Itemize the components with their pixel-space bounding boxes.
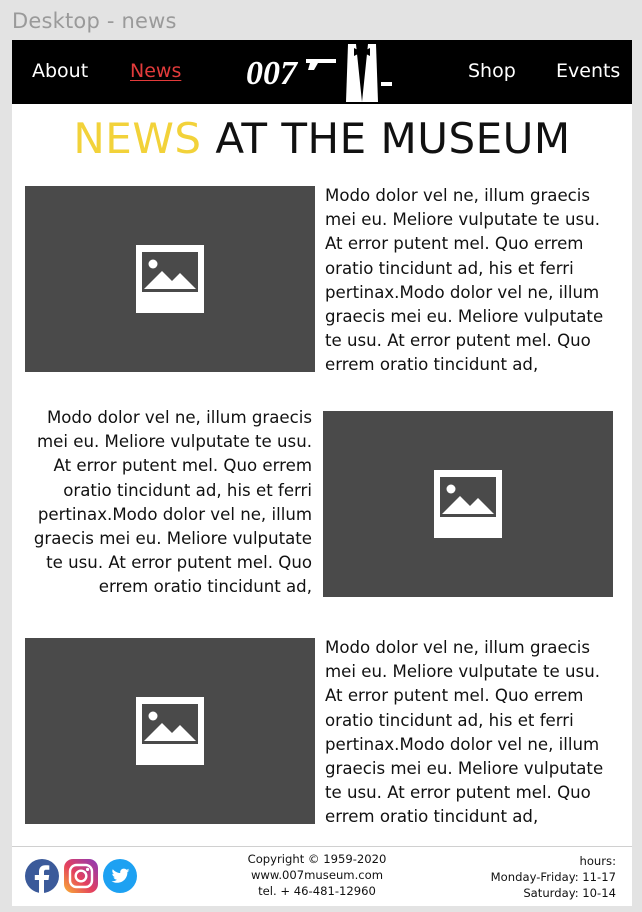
tuxedo-icon — [346, 44, 392, 102]
nav-shop-link[interactable]: Shop — [468, 60, 516, 82]
nav-about-link[interactable]: About — [32, 60, 88, 82]
twitter-icon[interactable] — [103, 859, 137, 893]
image-placeholder-icon — [434, 470, 502, 538]
title-rest: AT THE MUSEUM — [201, 114, 571, 163]
nav-events-link[interactable]: Events — [556, 60, 620, 82]
article-image-2[interactable] — [323, 411, 613, 597]
phone-text: tel. + 46-481-12960 — [258, 884, 376, 898]
gun-icon — [306, 59, 336, 70]
image-placeholder-icon — [136, 697, 204, 765]
page-title: NEWS AT THE MUSEUM — [12, 114, 632, 163]
image-placeholder-icon — [136, 245, 204, 313]
contact-info: Copyright © 1959-2020 www.007museum.com … — [217, 851, 417, 899]
nav-news-link[interactable]: News — [130, 60, 181, 82]
page: About News 007 Shop Events NEWS AT THE M… — [12, 40, 632, 906]
title-accent: NEWS — [73, 114, 202, 163]
article-text-2: Modo dolor vel ne, illum graecis mei eu.… — [33, 408, 312, 597]
top-nav: About News 007 Shop Events — [12, 40, 632, 104]
website-link[interactable]: www.007museum.com — [217, 867, 417, 883]
article-image-3[interactable] — [25, 638, 315, 824]
article-text-1: Modo dolor vel ne, illum graecis mei eu.… — [325, 186, 604, 375]
hours-label: hours: — [579, 854, 616, 868]
facebook-icon[interactable] — [25, 859, 59, 893]
article-text-3: Modo dolor vel ne, illum graecis mei eu.… — [325, 638, 604, 827]
weekday-hours: Monday-Friday: 11-17 — [490, 870, 616, 884]
copyright-text: Copyright © 1959-2020 — [247, 852, 387, 866]
saturday-hours: Saturday: 10-14 — [523, 886, 616, 900]
footer: Copyright © 1959-2020 www.007museum.com … — [12, 846, 632, 906]
article-image-1[interactable] — [25, 186, 315, 372]
instagram-icon[interactable] — [64, 859, 98, 893]
opening-hours: hours: Monday-Friday: 11-17 Saturday: 10… — [456, 853, 616, 901]
logo-007[interactable]: 007 — [244, 40, 404, 104]
logo-text: 007 — [246, 55, 299, 92]
frame-label: Desktop - news — [12, 9, 177, 33]
